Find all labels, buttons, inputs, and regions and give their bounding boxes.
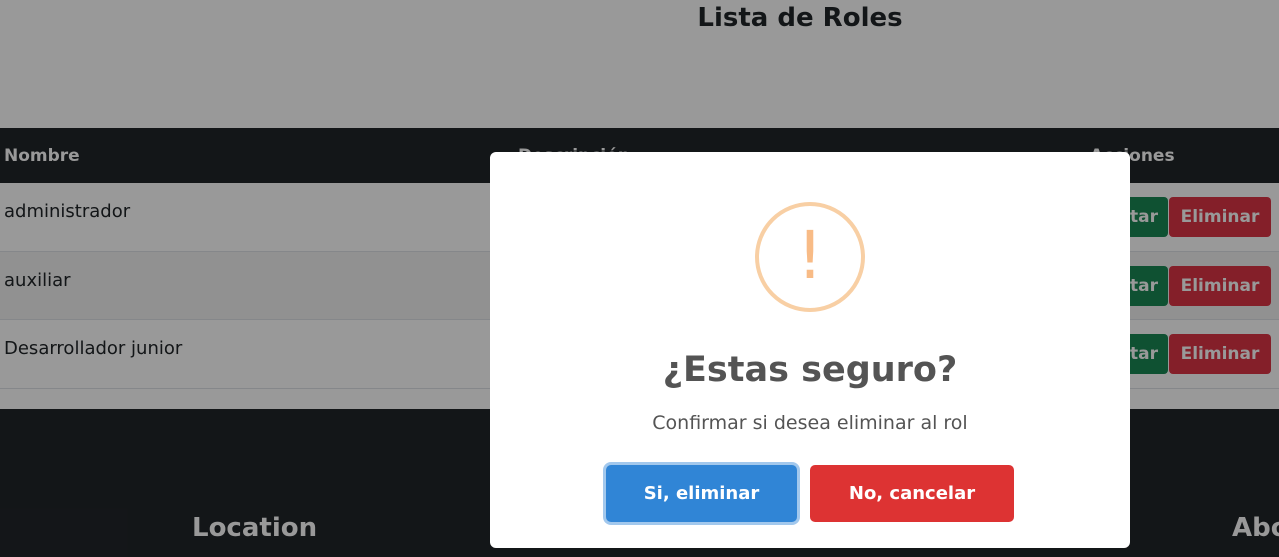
dialog-message: Confirmar si desea eliminar al rol [652, 412, 968, 434]
dialog-title: ¿Estas seguro? [662, 350, 958, 390]
warning-icon: ! [755, 202, 865, 312]
confirm-delete-dialog: ! ¿Estas seguro? Confirmar si desea elim… [490, 152, 1130, 548]
cancel-button[interactable]: No, cancelar [810, 465, 1014, 522]
confirm-delete-button[interactable]: Si, eliminar [606, 465, 797, 522]
